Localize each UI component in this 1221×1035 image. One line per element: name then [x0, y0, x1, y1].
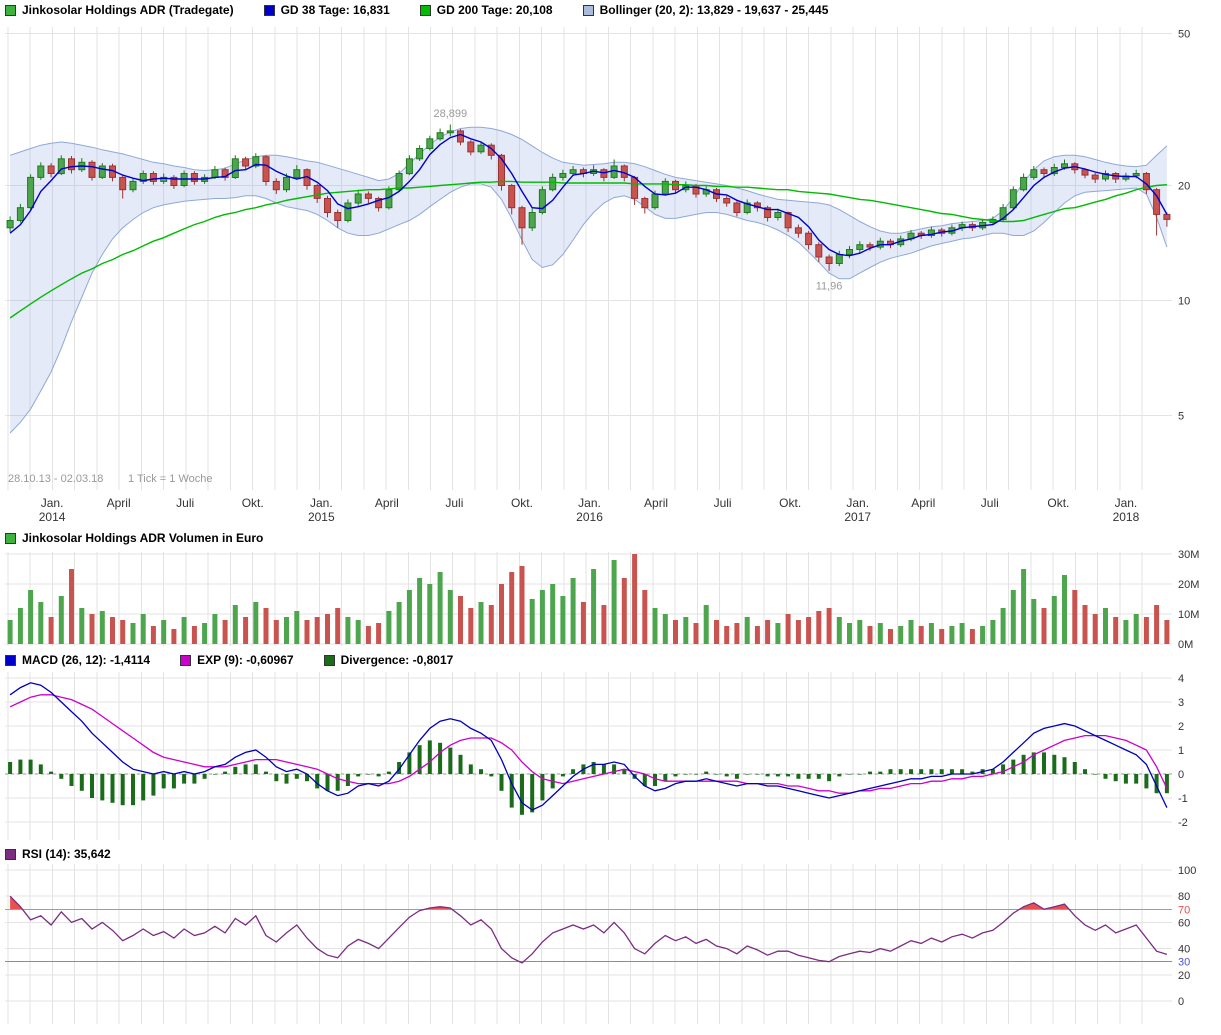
legend-item-gd38: GD 38 Tage: 16,831 [264, 3, 390, 17]
svg-text:Okt.: Okt. [511, 496, 533, 510]
legend-item-macd: MACD (26, 12): -1,4114 [5, 653, 150, 667]
svg-text:28,899: 28,899 [433, 108, 467, 120]
svg-text:2: 2 [1178, 721, 1184, 733]
svg-text:40: 40 [1178, 944, 1190, 956]
svg-text:4: 4 [1178, 673, 1184, 685]
legend-item-instrument: Jinkosolar Holdings ADR (Tradegate) [5, 3, 234, 17]
macd-legend: MACD (26, 12): -1,4114 EXP (9): -0,60967… [5, 652, 453, 668]
svg-text:0: 0 [1178, 996, 1184, 1008]
svg-text:Okt.: Okt. [242, 496, 264, 510]
svg-text:2014: 2014 [39, 510, 66, 524]
svg-text:10M: 10M [1178, 609, 1199, 621]
svg-text:Okt.: Okt. [779, 496, 801, 510]
svg-text:-2: -2 [1178, 817, 1188, 829]
svg-text:Juli: Juli [714, 496, 732, 510]
svg-text:20: 20 [1178, 181, 1190, 193]
gd38-label: GD 38 Tage: 16,831 [281, 3, 390, 17]
svg-text:Jan.: Jan. [41, 496, 64, 510]
svg-text:11,96: 11,96 [816, 281, 843, 293]
rsi-swatch-icon [5, 849, 16, 860]
svg-text:Juli: Juli [981, 496, 999, 510]
svg-text:Juli: Juli [445, 496, 463, 510]
stock-chart-page: Jinkosolar Holdings ADR (Tradegate) GD 3… [0, 0, 1221, 1035]
svg-text:28.10.13 - 02.03.18: 28.10.13 - 02.03.18 [8, 473, 103, 485]
svg-text:1: 1 [1178, 745, 1184, 757]
legend-item-divergence: Divergence: -0,8017 [324, 653, 454, 667]
legend-item-rsi: RSI (14): 35,642 [5, 847, 111, 861]
svg-text:30M: 30M [1178, 549, 1199, 561]
svg-text:April: April [911, 496, 935, 510]
volume-panel: 30M 20M 10M 0M [0, 548, 1221, 650]
svg-text:2015: 2015 [308, 510, 335, 524]
volume-label: Jinkosolar Holdings ADR Volumen in Euro [22, 531, 263, 545]
svg-text:0M: 0M [1178, 639, 1193, 650]
macd-label: MACD (26, 12): -1,4114 [22, 653, 150, 667]
svg-text:5: 5 [1178, 411, 1184, 423]
svg-text:20: 20 [1178, 970, 1190, 982]
divergence-label: Divergence: -0,8017 [341, 653, 454, 667]
instrument-label: Jinkosolar Holdings ADR (Tradegate) [22, 3, 234, 17]
svg-text:20M: 20M [1178, 579, 1199, 591]
gd38-swatch-icon [264, 5, 275, 16]
svg-text:Juli: Juli [176, 496, 194, 510]
volume-legend: Jinkosolar Holdings ADR Volumen in Euro [5, 530, 263, 546]
svg-text:1 Tick = 1 Woche: 1 Tick = 1 Woche [128, 473, 212, 485]
svg-text:Jan.: Jan. [1115, 496, 1138, 510]
svg-text:2016: 2016 [576, 510, 603, 524]
svg-text:April: April [644, 496, 668, 510]
svg-text:2017: 2017 [844, 510, 871, 524]
svg-text:100: 100 [1178, 865, 1196, 877]
legend-item-gd200: GD 200 Tage: 20,108 [420, 3, 553, 17]
svg-text:50: 50 [1178, 29, 1190, 41]
rsi-label: RSI (14): 35,642 [22, 847, 111, 861]
gd200-label: GD 200 Tage: 20,108 [437, 3, 553, 17]
volume-swatch-icon [5, 533, 16, 544]
svg-text:80: 80 [1178, 891, 1190, 903]
macd-panel: 4 3 2 1 0 -1 -2 [0, 672, 1221, 844]
svg-text:April: April [107, 496, 131, 510]
svg-text:Jan.: Jan. [310, 496, 333, 510]
macd-swatch-icon [5, 655, 16, 666]
gd200-swatch-icon [420, 5, 431, 16]
rsi-legend: RSI (14): 35,642 [5, 846, 111, 862]
svg-text:Jan.: Jan. [846, 496, 869, 510]
legend-item-exp: EXP (9): -0,60967 [180, 653, 294, 667]
svg-text:30: 30 [1178, 957, 1190, 969]
svg-text:60: 60 [1178, 917, 1190, 929]
bollinger-label: Bollinger (20, 2): 13,829 - 19,637 - 25,… [600, 3, 829, 17]
svg-text:Jan.: Jan. [578, 496, 601, 510]
svg-text:2018: 2018 [1113, 510, 1140, 524]
svg-text:3: 3 [1178, 697, 1184, 709]
exp-label: EXP (9): -0,60967 [197, 653, 294, 667]
legend-item-volume: Jinkosolar Holdings ADR Volumen in Euro [5, 531, 263, 545]
exp-swatch-icon [180, 655, 191, 666]
svg-text:0: 0 [1178, 769, 1184, 781]
svg-text:Okt.: Okt. [1047, 496, 1069, 510]
divergence-swatch-icon [324, 655, 335, 666]
bollinger-swatch-icon [583, 5, 594, 16]
price-panel: 50 20 10 5 28,899 11,96 28.10.13 - 02.03.18 1 T… [0, 20, 1221, 528]
svg-text:-1: -1 [1178, 793, 1188, 805]
svg-text:70: 70 [1178, 904, 1190, 916]
instrument-swatch-icon [5, 5, 16, 16]
svg-text:April: April [375, 496, 399, 510]
legend-item-bollinger: Bollinger (20, 2): 13,829 - 19,637 - 25,… [583, 3, 829, 17]
price-legend: Jinkosolar Holdings ADR (Tradegate) GD 3… [5, 2, 828, 18]
svg-text:10: 10 [1178, 296, 1190, 308]
rsi-panel: 100 807060 403020 0 [0, 864, 1221, 1035]
